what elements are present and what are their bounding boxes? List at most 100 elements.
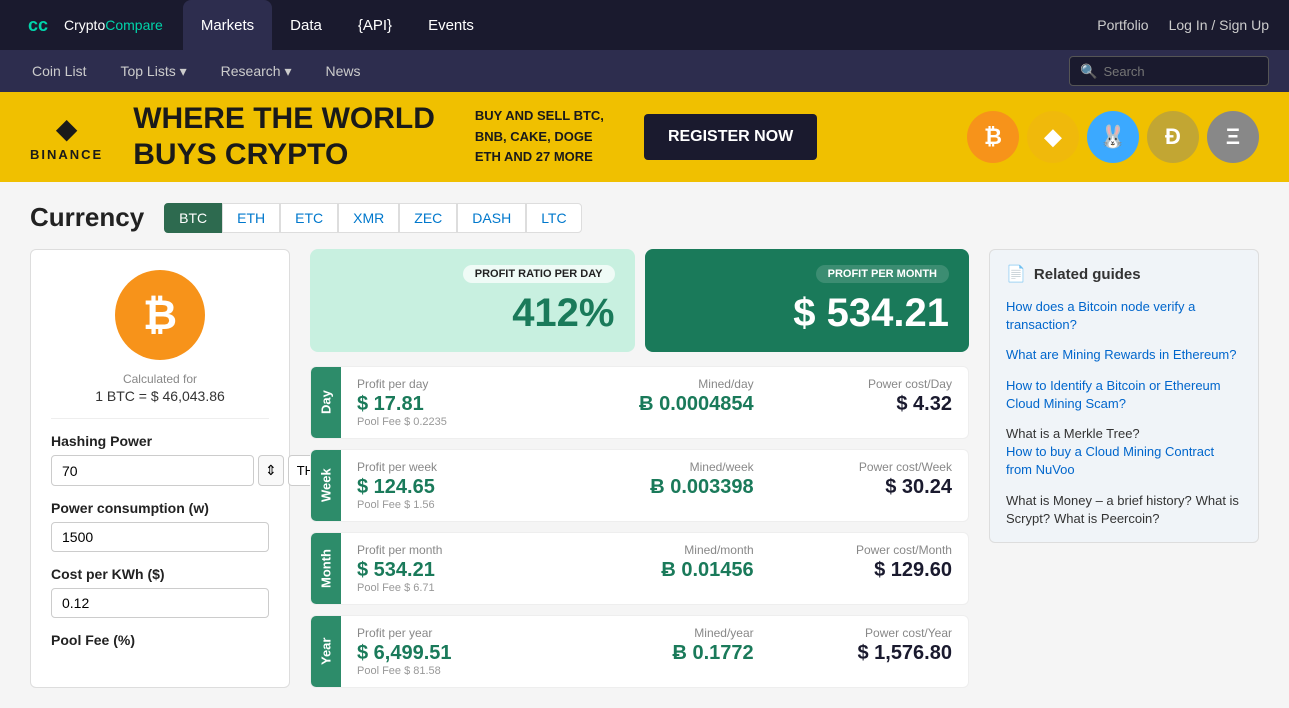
related-guides-header: 📄 Related guides xyxy=(1006,264,1242,284)
sec-nav-research[interactable]: Research ▾ xyxy=(209,50,304,92)
profit-month-label: PROFIT PER MONTH xyxy=(816,265,949,283)
tab-btc[interactable]: BTC xyxy=(164,203,222,233)
related-guides: 📄 Related guides How does a Bitcoin node… xyxy=(989,249,1259,543)
rg-link-4[interactable]: How to buy a Cloud Mining Contract from … xyxy=(1006,443,1242,479)
nav-item-events[interactable]: Events xyxy=(410,0,492,50)
center-panel: PROFIT RATIO PER DAY 412% PROFIT PER MON… xyxy=(310,249,969,688)
profit-summary: PROFIT RATIO PER DAY 412% PROFIT PER MON… xyxy=(310,249,969,352)
banner-desc: BUY AND SELL BTC, BNB, CAKE, DOGE ETH AN… xyxy=(475,106,604,168)
row-power-year: Power cost/Year $ 1,576.80 xyxy=(754,626,952,677)
row-data-day: Profit per day $ 17.81 Pool Fee $ 0.2235… xyxy=(341,367,968,438)
page-title: Currency xyxy=(30,202,144,233)
profit-month-box: PROFIT PER MONTH $ 534.21 xyxy=(645,249,970,352)
banner-coin-eth: Ξ xyxy=(1207,111,1259,163)
tab-zec[interactable]: ZEC xyxy=(399,203,457,233)
hashing-power-label: Hashing Power xyxy=(51,433,269,449)
sec-nav-news[interactable]: News xyxy=(313,50,372,92)
left-panel: ₿ Calculated for 1 BTC = $ 46,043.86 Has… xyxy=(30,249,290,688)
binance-diamond-icon: ◆ xyxy=(56,112,78,145)
btc-circle-icon: ₿ xyxy=(115,270,205,360)
tab-xmr[interactable]: XMR xyxy=(338,203,399,233)
banner-coin-btc: ₿ xyxy=(967,111,1019,163)
rg-link-2[interactable]: How to Identify a Bitcoin or Ethereum Cl… xyxy=(1006,377,1242,413)
banner-logo: ◆ BINANCE xyxy=(30,112,103,162)
tab-eth[interactable]: ETH xyxy=(222,203,280,233)
row-data-week: Profit per week $ 124.65 Pool Fee $ 1.56… xyxy=(341,450,968,521)
tab-dash[interactable]: DASH xyxy=(457,203,526,233)
search-icon: 🔍 xyxy=(1080,63,1097,80)
btc-icon-container: ₿ xyxy=(115,270,205,360)
hashing-power-input[interactable] xyxy=(51,455,254,486)
row-card-year: Year Profit per year $ 6,499.51 Pool Fee… xyxy=(310,615,969,688)
row-power-week: Power cost/Week $ 30.24 xyxy=(754,460,952,511)
cost-kwh-label: Cost per KWh ($) xyxy=(51,566,269,582)
row-label-month: Month xyxy=(311,533,341,604)
nav-item-data[interactable]: Data xyxy=(272,0,340,50)
banner-coin-doge: Ð xyxy=(1147,111,1199,163)
rg-text-5: What is Money – a brief history? xyxy=(1006,493,1192,508)
sec-nav-top-lists[interactable]: Top Lists ▾ xyxy=(108,50,198,92)
top-nav: cc CryptoCompare Markets Data {API} Even… xyxy=(0,0,1289,50)
rg-text-7: What is Peercoin? xyxy=(1054,511,1160,526)
search-input[interactable] xyxy=(1103,64,1258,79)
tab-ltc[interactable]: LTC xyxy=(526,203,581,233)
tab-etc[interactable]: ETC xyxy=(280,203,338,233)
row-mined-year: Mined/year Ƀ 0.1772 xyxy=(555,626,753,677)
rg-link-0[interactable]: How does a Bitcoin node verify a transac… xyxy=(1006,298,1242,334)
banner-title: WHERE THE WORLD BUYS CRYPTO xyxy=(133,101,435,173)
row-data-month: Profit per month $ 534.21 Pool Fee $ 6.7… xyxy=(341,533,968,604)
logo[interactable]: cc CryptoCompare xyxy=(20,7,163,43)
portfolio-link[interactable]: Portfolio xyxy=(1097,17,1148,33)
search-box[interactable]: 🔍 xyxy=(1069,56,1269,86)
hash-power-stepper-icon: ⇕ xyxy=(258,455,284,486)
row-power-month: Power cost/Month $ 129.60 xyxy=(754,543,952,594)
currency-tabs: BTC ETH ETC XMR ZEC DASH LTC xyxy=(164,203,581,233)
row-profit-day: Profit per day $ 17.81 Pool Fee $ 0.2235 xyxy=(357,377,555,428)
row-data-year: Profit per year $ 6,499.51 Pool Fee $ 81… xyxy=(341,616,968,687)
document-icon: 📄 xyxy=(1006,264,1026,284)
banner-coins: ₿ ◆ 🐰 Ð Ξ xyxy=(967,111,1259,163)
row-mined-month: Mined/month Ƀ 0.01456 xyxy=(555,543,753,594)
profit-day-value: 412% xyxy=(512,291,614,336)
main-content: Currency BTC ETH ETC XMR ZEC DASH LTC ₿ … xyxy=(0,182,1289,708)
row-card-week: Week Profit per week $ 124.65 Pool Fee $… xyxy=(310,449,969,522)
row-label-week: Week xyxy=(311,450,341,521)
page-header: Currency BTC ETH ETC XMR ZEC DASH LTC xyxy=(30,202,1259,233)
pool-fee-label: Pool Fee (%) xyxy=(51,632,269,648)
secondary-nav: Coin List Top Lists ▾ Research ▾ News 🔍 xyxy=(0,50,1289,92)
right-panel: 📄 Related guides How does a Bitcoin node… xyxy=(989,249,1259,688)
register-now-button[interactable]: REGISTER NOW xyxy=(644,114,817,160)
banner-coin-bnb: ◆ xyxy=(1027,111,1079,163)
row-power-day: Power cost/Day $ 4.32 xyxy=(754,377,952,428)
binance-label: BINANCE xyxy=(30,147,103,162)
row-profit-week: Profit per week $ 124.65 Pool Fee $ 1.56 xyxy=(357,460,555,511)
cost-kwh-input[interactable] xyxy=(51,588,269,618)
row-profit-year: Profit per year $ 6,499.51 Pool Fee $ 81… xyxy=(357,626,555,677)
row-label-day: Day xyxy=(311,367,341,438)
profit-month-value: $ 534.21 xyxy=(793,291,949,336)
main-nav: Markets Data {API} Events xyxy=(183,0,1097,50)
hashing-power-input-row: ⇕ TH/s GH/s MH/s xyxy=(51,455,269,486)
row-card-month: Month Profit per month $ 534.21 Pool Fee… xyxy=(310,532,969,605)
nav-item-markets[interactable]: Markets xyxy=(183,0,272,50)
profit-day-label: PROFIT RATIO PER DAY xyxy=(463,265,615,283)
calc-layout: ₿ Calculated for 1 BTC = $ 46,043.86 Has… xyxy=(30,249,1259,688)
nav-item-api[interactable]: {API} xyxy=(340,0,410,50)
logo-text: CryptoCompare xyxy=(64,17,163,33)
power-consumption-input[interactable] xyxy=(51,522,269,552)
calculated-label: Calculated for xyxy=(123,372,197,386)
rg-link-1[interactable]: What are Mining Rewards in Ethereum? xyxy=(1006,346,1242,364)
profit-day-box: PROFIT RATIO PER DAY 412% xyxy=(310,249,635,352)
row-mined-week: Mined/week Ƀ 0.003398 xyxy=(555,460,753,511)
btc-rate: 1 BTC = $ 46,043.86 xyxy=(95,388,225,404)
svg-text:cc: cc xyxy=(28,15,48,35)
sec-nav-coin-list[interactable]: Coin List xyxy=(20,50,98,92)
row-profit-month: Profit per month $ 534.21 Pool Fee $ 6.7… xyxy=(357,543,555,594)
banner: ◆ BINANCE WHERE THE WORLD BUYS CRYPTO BU… xyxy=(0,92,1289,182)
nav-right: Portfolio Log In / Sign Up xyxy=(1097,17,1269,33)
power-consumption-label: Power consumption (w) xyxy=(51,500,269,516)
row-card-day: Day Profit per day $ 17.81 Pool Fee $ 0.… xyxy=(310,366,969,439)
login-signup-link[interactable]: Log In / Sign Up xyxy=(1169,17,1269,33)
row-mined-day: Mined/day Ƀ 0.0004854 xyxy=(555,377,753,428)
banner-coin-rabbit: 🐰 xyxy=(1087,111,1139,163)
